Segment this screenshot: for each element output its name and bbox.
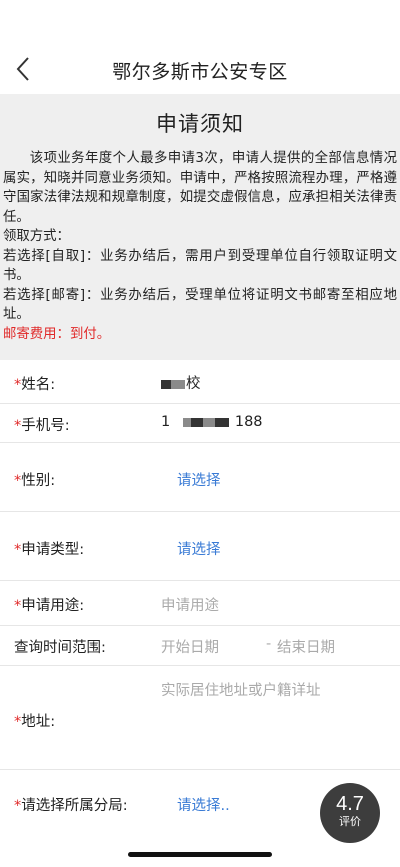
- name-value[interactable]: 校: [161, 372, 201, 393]
- apply-type-label: *申请类型:: [14, 542, 85, 558]
- postage-text: 邮寄费用：到付。: [3, 326, 111, 342]
- bureau-label: *请选择所属分局:: [14, 798, 128, 814]
- address-row[interactable]: *地址: 实际居住地址或户籍详址: [0, 666, 400, 770]
- rating-label: 评价: [339, 815, 361, 828]
- gender-select[interactable]: 请选择: [177, 469, 221, 490]
- gender-label: *性别:: [14, 473, 56, 489]
- gender-row[interactable]: *性别: 请选择: [0, 443, 400, 512]
- bureau-select[interactable]: 请选择..: [177, 794, 230, 815]
- rating-score: 4.7: [336, 793, 364, 815]
- mail-text: 若选择[邮寄]：业务办结后，受理单位将证明文书邮寄至相应地址。: [3, 287, 397, 323]
- end-date-input[interactable]: 结束日期: [277, 636, 335, 657]
- self-pickup-text: 若选择[自取]：业务办结后，需用户到受理单位自行领取证明文书。: [3, 248, 397, 284]
- purpose-row[interactable]: *申请用途: 申请用途: [0, 581, 400, 626]
- phone-value[interactable]: 1 188: [161, 414, 263, 430]
- address-input[interactable]: 实际居住地址或户籍详址: [161, 679, 321, 700]
- home-indicator[interactable]: [128, 852, 272, 857]
- redaction: [171, 379, 185, 389]
- notice-title: 申请须知: [156, 112, 244, 136]
- redaction: [161, 379, 171, 389]
- start-date-input[interactable]: 开始日期: [161, 636, 219, 657]
- redaction: [182, 417, 191, 427]
- name-row[interactable]: *姓名: 校: [0, 360, 400, 404]
- redaction: [214, 417, 229, 427]
- purpose-label: *申请用途:: [14, 598, 85, 614]
- nav-bar: 鄂尔多斯市公安专区: [0, 0, 400, 94]
- redaction: [202, 417, 215, 427]
- apply-type-select[interactable]: 请选择: [177, 538, 221, 559]
- time-range-row[interactable]: 查询时间范围: 开始日期 - 结束日期: [0, 626, 400, 666]
- notice-body: 该项业务年度个人最多申请3次，申请人提供的全部信息情况属实，知晓并同意业务须知。…: [3, 149, 397, 344]
- date-separator: -: [266, 636, 272, 652]
- purpose-input[interactable]: 申请用途: [161, 594, 219, 615]
- notice-paragraph: 该项业务年度个人最多申请3次，申请人提供的全部信息情况属实，知晓并同意业务须知。…: [3, 151, 397, 225]
- phone-row[interactable]: *手机号: 1 188: [0, 404, 400, 443]
- redaction: [190, 417, 203, 427]
- rating-button[interactable]: 4.7 评价: [320, 783, 380, 843]
- pickup-heading: 领取方式：: [3, 229, 70, 244]
- address-label: *地址:: [14, 714, 56, 730]
- time-range-label: 查询时间范围:: [14, 640, 106, 656]
- name-label: *姓名:: [14, 377, 56, 393]
- page-title: 鄂尔多斯市公安专区: [112, 61, 288, 83]
- notice-panel: 申请须知 该项业务年度个人最多申请3次，申请人提供的全部信息情况属实，知晓并同意…: [0, 94, 400, 360]
- phone-label: *手机号:: [14, 418, 70, 434]
- apply-type-row[interactable]: *申请类型: 请选择: [0, 512, 400, 581]
